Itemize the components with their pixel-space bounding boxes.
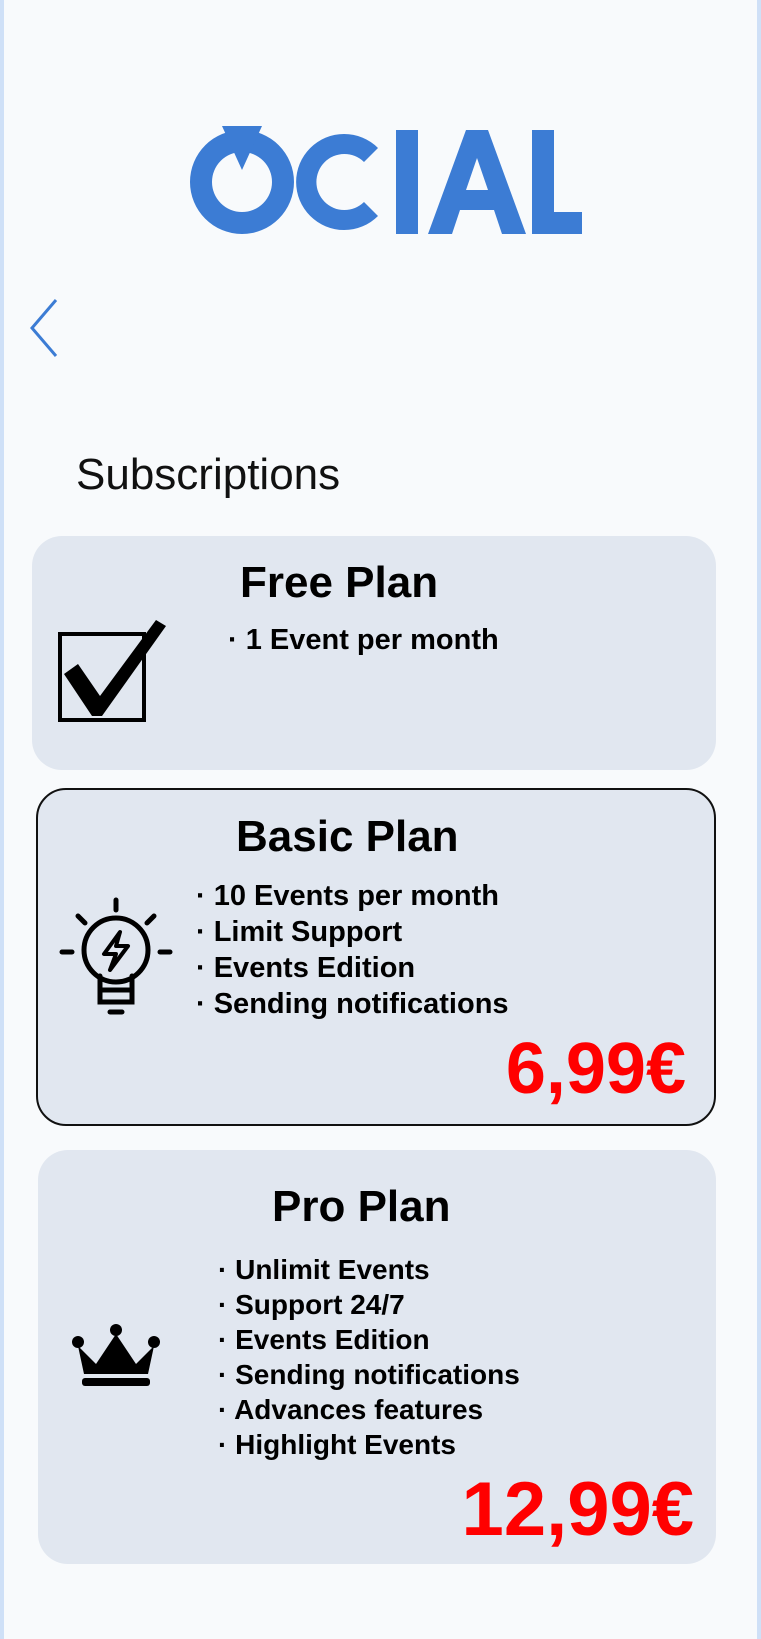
plan-price: 12,99€ [461, 1467, 694, 1552]
lightbulb-icon [59, 897, 173, 1015]
plan-card-pro[interactable]: Pro Plan Unlimit Events Support 24/7 Eve… [38, 1150, 716, 1564]
plan-feature: Unlimit Events [218, 1252, 520, 1287]
chevron-left-icon[interactable] [26, 296, 66, 360]
crown-icon [72, 1324, 160, 1386]
plan-feature: 10 Events per month [196, 878, 509, 914]
plan-card-basic[interactable]: Basic Plan 10 Events per month Limit Sup… [36, 788, 716, 1126]
plan-features: 1 Event per month [228, 622, 499, 658]
plan-name: Basic Plan [236, 812, 459, 861]
plan-feature: Events Edition [218, 1322, 520, 1357]
plan-name: Pro Plan [272, 1182, 451, 1231]
plan-feature: Sending notifications [218, 1357, 520, 1392]
plan-feature: Events Edition [196, 950, 509, 986]
plan-feature: Limit Support [196, 914, 509, 950]
brand-logo [190, 126, 582, 234]
plan-name: Free Plan [240, 558, 439, 607]
plan-price: 6,99€ [505, 1029, 686, 1109]
plan-feature: Advances features [218, 1392, 520, 1427]
plan-feature: 1 Event per month [228, 622, 499, 658]
plan-feature: Support 24/7 [218, 1287, 520, 1322]
plan-feature: Highlight Events [218, 1427, 520, 1462]
app-screen: Subscriptions Free Plan 1 Event per mont… [4, 0, 757, 1639]
plan-features: Unlimit Events Support 24/7 Events Editi… [218, 1252, 520, 1462]
plan-card-free[interactable]: Free Plan 1 Event per month [32, 536, 716, 770]
page-title: Subscriptions [76, 450, 341, 499]
plan-feature: Sending notifications [196, 986, 509, 1022]
plan-features: 10 Events per month Limit Support Events… [196, 878, 509, 1022]
checkbox-checked-icon [58, 620, 166, 722]
